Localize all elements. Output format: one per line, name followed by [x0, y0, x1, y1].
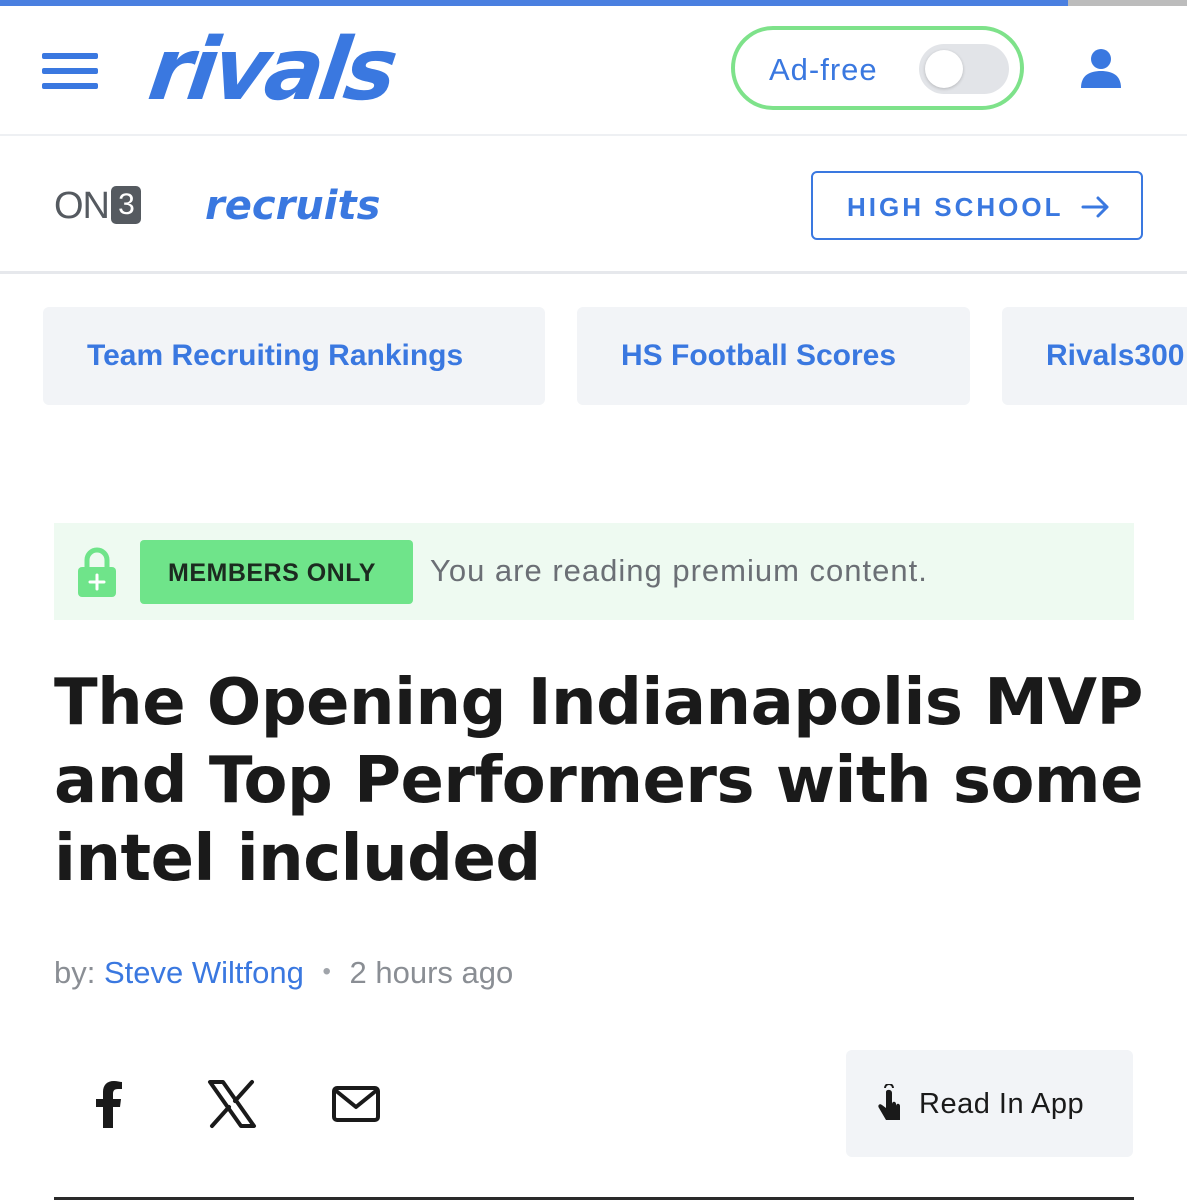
menu-icon[interactable]	[42, 51, 98, 91]
section-header: ON 3 recruits HIGH SCHOOL	[0, 138, 1187, 274]
chip-team-recruiting-rankings[interactable]: Team Recruiting Rankings	[43, 307, 545, 405]
toggle-switch[interactable]	[919, 44, 1009, 94]
arrow-right-icon	[1081, 196, 1109, 218]
x-icon[interactable]	[206, 1078, 258, 1130]
members-only-badge: MEMBERS ONLY	[140, 540, 413, 604]
recruits-logo[interactable]: recruits	[205, 178, 380, 234]
user-icon[interactable]	[1078, 46, 1124, 92]
on3-logo[interactable]: ON 3	[54, 186, 141, 226]
members-only-banner: MEMBERS ONLY You are reading premium con…	[54, 523, 1134, 620]
chip-hs-football-scores[interactable]: HS Football Scores	[577, 307, 970, 405]
high-school-button[interactable]: HIGH SCHOOL	[811, 171, 1143, 240]
mail-icon[interactable]	[330, 1078, 382, 1130]
chip-rivals300[interactable]: Rivals300	[1002, 307, 1187, 405]
publish-time: 2 hours ago	[349, 955, 514, 990]
byline-prefix: by:	[54, 955, 96, 990]
chip-label: Team Recruiting Rankings	[87, 339, 464, 372]
byline: by: Steve Wiltfong • 2 hours ago	[54, 955, 513, 991]
chip-label: HS Football Scores	[621, 339, 897, 372]
author-link[interactable]: Steve Wiltfong	[104, 955, 304, 990]
article-page: rivals Ad-free ON 3 recruits HIGH SCHOOL …	[0, 0, 1187, 1200]
premium-content-text: You are reading premium content.	[430, 553, 928, 588]
chip-label: Rivals300	[1046, 339, 1185, 372]
lock-icon	[78, 547, 116, 597]
toggle-knob	[925, 50, 963, 88]
byline-separator: •	[322, 958, 331, 985]
read-in-app-label: Read In App	[919, 1088, 1085, 1120]
rivals-logo[interactable]: rivals	[143, 20, 400, 120]
facebook-icon[interactable]	[84, 1078, 136, 1130]
ad-free-label: Ad-free	[769, 52, 878, 87]
high-school-label: HIGH SCHOOL	[847, 192, 1064, 222]
read-in-app-button[interactable]: Read In App	[846, 1050, 1133, 1157]
tap-hand-icon	[878, 1084, 900, 1120]
ad-free-toggle[interactable]: Ad-free	[731, 26, 1024, 110]
article-headline: The Opening Indianapolis MVP and Top Per…	[54, 666, 1144, 896]
site-header: rivals Ad-free	[0, 6, 1187, 136]
